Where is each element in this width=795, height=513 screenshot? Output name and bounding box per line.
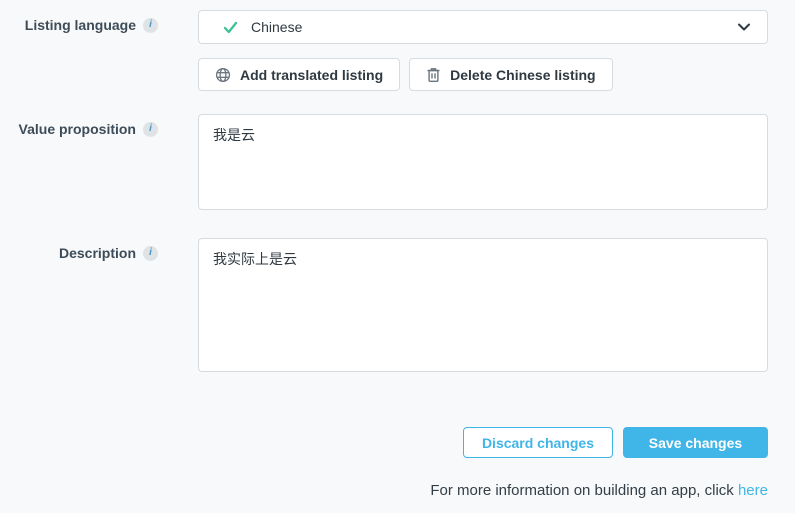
listing-language-row: Listing language i Chinese	[0, 10, 768, 44]
chevron-down-icon	[736, 19, 752, 35]
value-proposition-input[interactable]: 我是云	[198, 114, 768, 210]
form-actions-row: Discard changes Save changes	[0, 427, 768, 458]
listing-language-value: Chinese	[251, 19, 302, 35]
trash-icon	[426, 67, 441, 83]
check-icon	[222, 19, 239, 36]
add-translated-listing-label: Add translated listing	[240, 67, 383, 83]
discard-changes-button[interactable]: Discard changes	[463, 427, 613, 458]
info-icon[interactable]: i	[143, 122, 158, 137]
value-proposition-label-group: Value proposition i	[0, 114, 158, 137]
footer-row: For more information on building an app,…	[0, 482, 768, 499]
add-translated-listing-button[interactable]: Add translated listing	[198, 58, 400, 91]
description-label-group: Description i	[0, 238, 158, 261]
listing-language-label: Listing language	[25, 17, 136, 33]
app-listing-form: Listing language i Chinese	[0, 10, 768, 499]
listing-language-label-group: Listing language i	[0, 10, 158, 33]
description-label: Description	[59, 245, 136, 261]
value-proposition-row: Value proposition i 我是云	[0, 114, 768, 215]
delete-listing-label: Delete Chinese listing	[450, 67, 595, 83]
description-row: Description i 我实际上是云	[0, 238, 768, 377]
listing-language-select[interactable]: Chinese	[198, 10, 768, 44]
footer-text: For more information on building an app,…	[430, 482, 738, 499]
description-input[interactable]: 我实际上是云	[198, 238, 768, 372]
delete-listing-button[interactable]: Delete Chinese listing	[409, 58, 612, 91]
footer-note: For more information on building an app,…	[198, 482, 768, 499]
globe-icon	[215, 67, 231, 83]
value-proposition-label: Value proposition	[19, 121, 136, 137]
save-changes-button[interactable]: Save changes	[623, 427, 768, 458]
language-buttons-row: Add translated listing Delete Chinese li…	[0, 58, 768, 91]
footer-here-link[interactable]: here	[738, 482, 768, 499]
info-icon[interactable]: i	[143, 246, 158, 261]
info-icon[interactable]: i	[143, 18, 158, 33]
